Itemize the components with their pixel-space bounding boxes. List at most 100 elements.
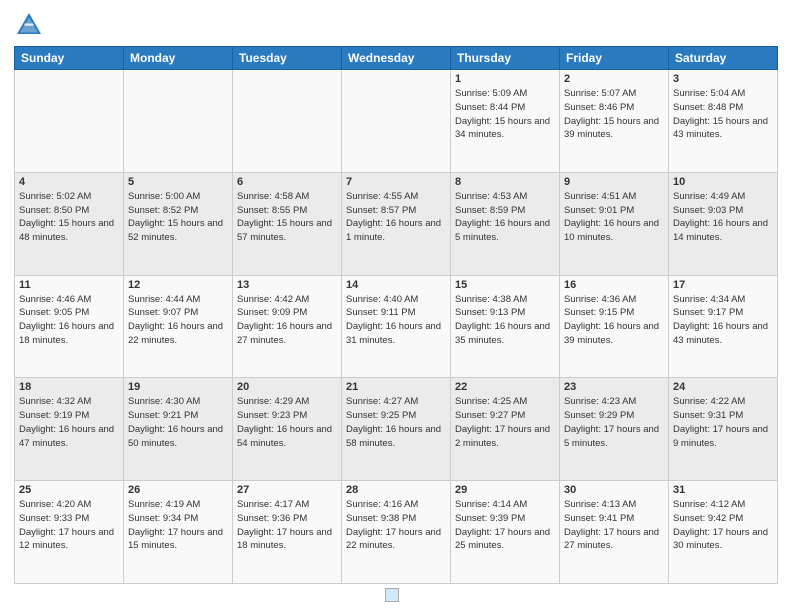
day-cell: 18Sunrise: 4:32 AM Sunset: 9:19 PM Dayli… <box>15 378 124 481</box>
day-number: 23 <box>564 381 664 393</box>
day-number: 9 <box>564 176 664 188</box>
day-cell: 26Sunrise: 4:19 AM Sunset: 9:34 PM Dayli… <box>124 481 233 584</box>
day-cell: 29 Sunrise: 4:14 AM Sunset: 9:39 PM Dayli… <box>451 481 560 584</box>
day-cell: 24 Sunrise: 4:22 AM Sunset: 9:31 PM Dayli… <box>669 378 778 481</box>
day-cell: 4Sunrise: 5:02 AM Sunset: 8:50 PM Daylig… <box>15 172 124 275</box>
day-cell: 13Sunrise: 4:42 AM Sunset: 9:09 PM Dayli… <box>233 275 342 378</box>
day-number: 21 <box>346 381 446 393</box>
day-cell: 3Sunrise: 5:04 AM Sunset: 8:48 PM Daylig… <box>669 70 778 173</box>
day-info: Sunrise: 4:44 AM Sunset: 9:07 PM Dayligh… <box>128 293 228 348</box>
day-info: Sunrise: 4:13 AM Sunset: 9:41 PM Dayligh… <box>564 498 664 553</box>
daylight-legend-box <box>385 588 399 602</box>
page: SundayMondayTuesdayWednesdayThursdayFrid… <box>0 0 792 612</box>
header <box>14 10 778 40</box>
day-info: Sunrise: 4:27 AM Sunset: 9:25 PM Dayligh… <box>346 395 446 450</box>
day-info: Sunrise: 5:07 AM Sunset: 8:46 PM Dayligh… <box>564 87 664 142</box>
day-info: Sunrise: 4:19 AM Sunset: 9:34 PM Dayligh… <box>128 498 228 553</box>
day-cell: 12 Sunrise: 4:44 AM Sunset: 9:07 PM Dayli… <box>124 275 233 378</box>
day-info: Sunrise: 4:46 AM Sunset: 9:05 PM Dayligh… <box>19 293 119 348</box>
day-number: 10 <box>673 176 773 188</box>
day-cell: 16Sunrise: 4:36 AM Sunset: 9:15 PM Dayli… <box>560 275 669 378</box>
day-number: 11 <box>19 279 119 291</box>
day-number: 13 <box>237 279 337 291</box>
day-cell: 6Sunrise: 4:58 AM Sunset: 8:55 PM Daylig… <box>233 172 342 275</box>
day-number: 5 <box>128 176 228 188</box>
day-info: Sunrise: 4:22 AM Sunset: 9:31 PM Dayligh… <box>673 395 773 450</box>
day-cell: 17 Sunrise: 4:34 AM Sunset: 9:17 PM Dayli… <box>669 275 778 378</box>
weekday-header-friday: Friday <box>560 47 669 70</box>
week-row-2: 11 Sunrise: 4:46 AM Sunset: 9:05 PM Dayli… <box>15 275 778 378</box>
day-cell <box>233 70 342 173</box>
day-info: Sunrise: 5:09 AM Sunset: 8:44 PM Dayligh… <box>455 87 555 142</box>
calendar: SundayMondayTuesdayWednesdayThursdayFrid… <box>14 46 778 584</box>
day-cell: 8 Sunrise: 4:53 AM Sunset: 8:59 PM Daylig… <box>451 172 560 275</box>
day-info: Sunrise: 4:30 AM Sunset: 9:21 PM Dayligh… <box>128 395 228 450</box>
day-info: Sunrise: 5:00 AM Sunset: 8:52 PM Dayligh… <box>128 190 228 245</box>
day-cell: 28 Sunrise: 4:16 AM Sunset: 9:38 PM Dayli… <box>342 481 451 584</box>
day-info: Sunrise: 4:34 AM Sunset: 9:17 PM Dayligh… <box>673 293 773 348</box>
day-info: Sunrise: 4:58 AM Sunset: 8:55 PM Dayligh… <box>237 190 337 245</box>
day-info: Sunrise: 4:38 AM Sunset: 9:13 PM Dayligh… <box>455 293 555 348</box>
day-number: 24 <box>673 381 773 393</box>
day-info: Sunrise: 4:16 AM Sunset: 9:38 PM Dayligh… <box>346 498 446 553</box>
day-info: Sunrise: 4:32 AM Sunset: 9:19 PM Dayligh… <box>19 395 119 450</box>
day-number: 27 <box>237 484 337 496</box>
day-number: 19 <box>128 381 228 393</box>
weekday-header-sunday: Sunday <box>15 47 124 70</box>
weekday-header-wednesday: Wednesday <box>342 47 451 70</box>
day-cell: 7Sunrise: 4:55 AM Sunset: 8:57 PM Daylig… <box>342 172 451 275</box>
day-cell: 14 Sunrise: 4:40 AM Sunset: 9:11 PM Dayli… <box>342 275 451 378</box>
day-cell: 31Sunrise: 4:12 AM Sunset: 9:42 PM Dayli… <box>669 481 778 584</box>
day-info: Sunrise: 4:29 AM Sunset: 9:23 PM Dayligh… <box>237 395 337 450</box>
day-number: 1 <box>455 73 555 85</box>
day-cell: 2 Sunrise: 5:07 AM Sunset: 8:46 PM Daylig… <box>560 70 669 173</box>
day-info: Sunrise: 4:53 AM Sunset: 8:59 PM Dayligh… <box>455 190 555 245</box>
day-cell: 23Sunrise: 4:23 AM Sunset: 9:29 PM Dayli… <box>560 378 669 481</box>
calendar-table: SundayMondayTuesdayWednesdayThursdayFrid… <box>14 46 778 584</box>
day-number: 17 <box>673 279 773 291</box>
day-info: Sunrise: 4:25 AM Sunset: 9:27 PM Dayligh… <box>455 395 555 450</box>
day-info: Sunrise: 4:20 AM Sunset: 9:33 PM Dayligh… <box>19 498 119 553</box>
day-info: Sunrise: 4:14 AM Sunset: 9:39 PM Dayligh… <box>455 498 555 553</box>
day-cell: 25 Sunrise: 4:20 AM Sunset: 9:33 PM Dayli… <box>15 481 124 584</box>
day-info: Sunrise: 4:40 AM Sunset: 9:11 PM Dayligh… <box>346 293 446 348</box>
day-number: 7 <box>346 176 446 188</box>
day-cell <box>342 70 451 173</box>
day-number: 28 <box>346 484 446 496</box>
day-info: Sunrise: 4:51 AM Sunset: 9:01 PM Dayligh… <box>564 190 664 245</box>
day-number: 20 <box>237 381 337 393</box>
day-number: 30 <box>564 484 664 496</box>
day-info: Sunrise: 4:12 AM Sunset: 9:42 PM Dayligh… <box>673 498 773 553</box>
day-number: 16 <box>564 279 664 291</box>
day-number: 8 <box>455 176 555 188</box>
day-cell: 19 Sunrise: 4:30 AM Sunset: 9:21 PM Dayli… <box>124 378 233 481</box>
day-info: Sunrise: 4:17 AM Sunset: 9:36 PM Dayligh… <box>237 498 337 553</box>
day-cell <box>124 70 233 173</box>
day-number: 12 <box>128 279 228 291</box>
week-row-0: 1 Sunrise: 5:09 AM Sunset: 8:44 PM Daylig… <box>15 70 778 173</box>
day-number: 2 <box>564 73 664 85</box>
weekday-header-saturday: Saturday <box>669 47 778 70</box>
calendar-header: SundayMondayTuesdayWednesdayThursdayFrid… <box>15 47 778 70</box>
weekday-header-monday: Monday <box>124 47 233 70</box>
day-number: 25 <box>19 484 119 496</box>
day-number: 14 <box>346 279 446 291</box>
footer <box>14 588 778 602</box>
day-number: 29 <box>455 484 555 496</box>
day-cell: 10 Sunrise: 4:49 AM Sunset: 9:03 PM Dayli… <box>669 172 778 275</box>
day-cell: 27 Sunrise: 4:17 AM Sunset: 9:36 PM Dayli… <box>233 481 342 584</box>
day-cell: 21 Sunrise: 4:27 AM Sunset: 9:25 PM Dayli… <box>342 378 451 481</box>
day-cell: 5 Sunrise: 5:00 AM Sunset: 8:52 PM Daylig… <box>124 172 233 275</box>
day-cell: 1 Sunrise: 5:09 AM Sunset: 8:44 PM Daylig… <box>451 70 560 173</box>
day-number: 15 <box>455 279 555 291</box>
week-row-4: 25 Sunrise: 4:20 AM Sunset: 9:33 PM Dayli… <box>15 481 778 584</box>
day-cell: 15 Sunrise: 4:38 AM Sunset: 9:13 PM Dayli… <box>451 275 560 378</box>
calendar-body: 1 Sunrise: 5:09 AM Sunset: 8:44 PM Daylig… <box>15 70 778 584</box>
day-cell: 20 Sunrise: 4:29 AM Sunset: 9:23 PM Dayli… <box>233 378 342 481</box>
weekday-header-thursday: Thursday <box>451 47 560 70</box>
day-cell: 22Sunrise: 4:25 AM Sunset: 9:27 PM Dayli… <box>451 378 560 481</box>
day-number: 4 <box>19 176 119 188</box>
day-info: Sunrise: 4:49 AM Sunset: 9:03 PM Dayligh… <box>673 190 773 245</box>
day-cell: 9 Sunrise: 4:51 AM Sunset: 9:01 PM Daylig… <box>560 172 669 275</box>
weekday-header-tuesday: Tuesday <box>233 47 342 70</box>
